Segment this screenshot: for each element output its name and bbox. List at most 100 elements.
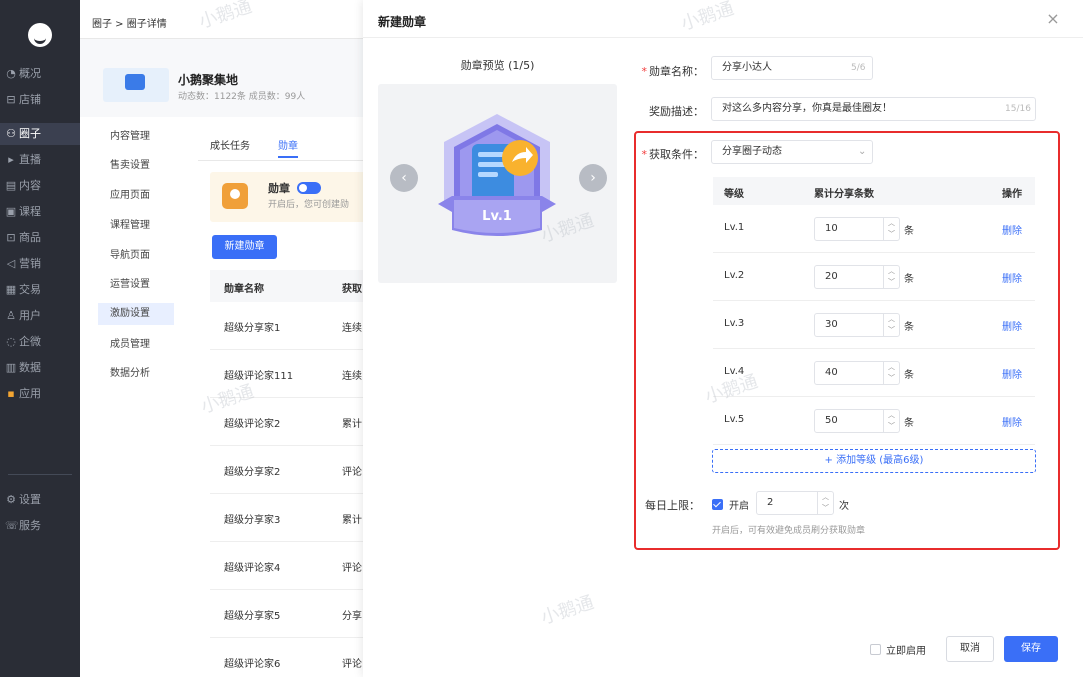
level-row: Lv.1 10 ︿ ﹀ 条 删除 <box>713 205 1035 253</box>
stepper-arrows-icon[interactable]: ︿ ﹀ <box>883 314 899 336</box>
level-count-stepper[interactable]: 40 ︿ ﹀ <box>814 361 900 385</box>
nav-item-1[interactable]: ⊟ 店铺 <box>0 89 80 111</box>
stepper-arrows-icon[interactable]: ︿ ﹀ <box>883 362 899 384</box>
level-count-stepper[interactable]: 50 ︿ ﹀ <box>814 409 900 433</box>
nav-item-label: 商品 <box>19 231 41 244</box>
delete-level-button[interactable]: 删除 <box>1002 270 1022 285</box>
table-row[interactable]: 超级分享家1 连续 <box>210 302 380 350</box>
close-icon[interactable]: × <box>1045 11 1061 27</box>
stepper-arrows-icon[interactable]: ︿ ﹀ <box>883 410 899 432</box>
nav-item-4[interactable]: ▤ 内容 <box>0 175 80 197</box>
level-count-stepper[interactable]: 10 ︿ ﹀ <box>814 217 900 241</box>
subnav-item-5[interactable]: 运营设置 <box>98 274 174 296</box>
banner-desc: 开启后，您可创建勋 <box>268 200 350 210</box>
subnav-item-4[interactable]: 导航页面 <box>98 245 174 267</box>
level-name: Lv.1 <box>724 222 745 233</box>
delete-level-button[interactable]: 删除 <box>1002 318 1022 333</box>
subnav-item-3[interactable]: 课程管理 <box>98 215 174 237</box>
medal-toggle[interactable] <box>297 182 321 194</box>
level-name: Lv.5 <box>724 414 745 425</box>
subnav-item-1[interactable]: 售卖设置 <box>98 155 174 177</box>
group-icon: ⚇ <box>6 127 16 140</box>
level-count-stepper[interactable]: 30 ︿ ﹀ <box>814 313 900 337</box>
level-unit: 条 <box>904 370 914 381</box>
goods-icon: ⊡ <box>6 231 16 244</box>
reward-desc-input[interactable]: 对这么多内容分享，你真是最佳圈友！ <box>711 97 1036 121</box>
level-name: Lv.2 <box>724 270 745 281</box>
medal-condition-cell: 分享 <box>342 611 362 622</box>
tab-growth-task[interactable]: 成长任务 <box>210 137 250 152</box>
table-row[interactable]: 超级分享家5 分享 <box>210 590 380 638</box>
new-medal-button[interactable]: 新建勋章 <box>212 235 277 259</box>
nav-item-label: 用户 <box>19 309 41 322</box>
nav-item-0[interactable]: ◔ 概况 <box>0 63 80 85</box>
subnav-item-7[interactable]: 成员管理 <box>98 334 174 356</box>
name-char-count: 5/6 <box>851 63 866 73</box>
nav-item-9[interactable]: ♙ 用户 <box>0 305 80 327</box>
daily-limit-label: 每日上限： <box>645 499 700 512</box>
medal-condition-cell: 连续 <box>342 371 362 382</box>
delete-level-button[interactable]: 删除 <box>1002 414 1022 429</box>
nav-item-label: 应用 <box>19 387 41 400</box>
nav-item-6[interactable]: ⊡ 商品 <box>0 227 80 249</box>
save-button[interactable]: 保存 <box>1004 636 1058 662</box>
medal-condition-cell: 累计 <box>342 419 362 430</box>
nav-item-11[interactable]: ▥ 数据 <box>0 357 80 379</box>
marketing-icon: ◁ <box>6 257 16 270</box>
subnav-item-0[interactable]: 内容管理 <box>98 126 174 148</box>
nav-item-label: 直播 <box>19 153 41 166</box>
nav-item-8[interactable]: ▦ 交易 <box>0 279 80 301</box>
medal-condition-cell: 累计 <box>342 515 362 526</box>
nav-item-label: 课程 <box>19 205 41 218</box>
subnav-item-2[interactable]: 应用页面 <box>98 185 174 207</box>
medal-name-cell: 超级分享家3 <box>224 515 281 526</box>
level-unit: 条 <box>904 226 914 237</box>
service-icon: ☏ <box>5 519 19 532</box>
wecom-icon: ◌ <box>6 335 16 348</box>
medal-condition-cell: 评论 <box>342 659 362 670</box>
dialog-title: 新建勋章 <box>378 15 427 29</box>
level-count-value: 20 <box>825 271 838 282</box>
table-row[interactable]: 超级评论家6 评论 <box>210 638 380 677</box>
cancel-button[interactable]: 取消 <box>946 636 994 662</box>
table-row[interactable]: 超级评论家4 评论 <box>210 542 380 590</box>
stepper-arrows-icon[interactable]: ︿ ﹀ <box>883 266 899 288</box>
medal-name-cell: 超级评论家2 <box>224 419 281 430</box>
stepper-arrows-icon[interactable]: ︿ ﹀ <box>817 492 833 514</box>
subnav-item-6[interactable]: 激励设置 <box>98 303 174 325</box>
apps-icon: ▪ <box>7 387 15 400</box>
nav-item-3[interactable]: ▸ 直播 <box>0 149 80 171</box>
nav-item-12[interactable]: ▪ 应用 <box>0 383 80 405</box>
breadcrumb[interactable]: 圈子 > 圈子详情 <box>92 15 167 30</box>
nav-item-13[interactable]: ⚙ 设置 <box>0 489 80 511</box>
enable-now-checkbox[interactable] <box>870 644 881 655</box>
level-count-stepper[interactable]: 20 ︿ ﹀ <box>814 265 900 289</box>
level-unit: 条 <box>904 418 914 429</box>
add-level-button[interactable]: + 添加等级 (最高6级) <box>712 449 1036 473</box>
chevron-right-icon[interactable]: › <box>579 164 607 192</box>
chevron-left-icon[interactable]: ‹ <box>390 164 418 192</box>
level-count-value: 40 <box>825 367 838 378</box>
nav-item-label: 营销 <box>19 257 41 270</box>
enable-now-label[interactable]: 立即启用 <box>886 642 926 657</box>
delete-level-button[interactable]: 删除 <box>1002 222 1022 237</box>
column-header-condition: 获取 <box>342 284 362 295</box>
medal-name-input[interactable]: 分享小达人 <box>711 56 873 80</box>
nav-item-7[interactable]: ◁ 营销 <box>0 253 80 275</box>
daily-limit-stepper[interactable]: 2 ︿ ﹀ <box>756 491 834 515</box>
delete-level-button[interactable]: 删除 <box>1002 366 1022 381</box>
table-row[interactable]: 超级分享家2 评论 <box>210 446 380 494</box>
subnav-item-8[interactable]: 数据分析 <box>98 363 174 385</box>
nav-item-2[interactable]: ⚇ 圈子 <box>0 123 80 145</box>
daily-limit-hint: 开启后，可有效避免成员刷分获取勋章 <box>712 526 866 536</box>
nav-item-5[interactable]: ▣ 课程 <box>0 201 80 223</box>
nav-item-14[interactable]: ☏服务 <box>0 515 80 537</box>
daily-limit-checkbox[interactable] <box>712 499 723 510</box>
level-row: Lv.2 20 ︿ ﹀ 条 删除 <box>713 253 1035 301</box>
nav-item-10[interactable]: ◌ 企微 <box>0 331 80 353</box>
condition-select[interactable]: 分享圈子动态 <box>711 140 873 164</box>
medal-name-cell: 超级分享家2 <box>224 467 281 478</box>
stepper-arrows-icon[interactable]: ︿ ﹀ <box>883 218 899 240</box>
tab-medal[interactable]: 勋章 <box>278 137 298 152</box>
table-row[interactable]: 超级分享家3 累计 <box>210 494 380 542</box>
